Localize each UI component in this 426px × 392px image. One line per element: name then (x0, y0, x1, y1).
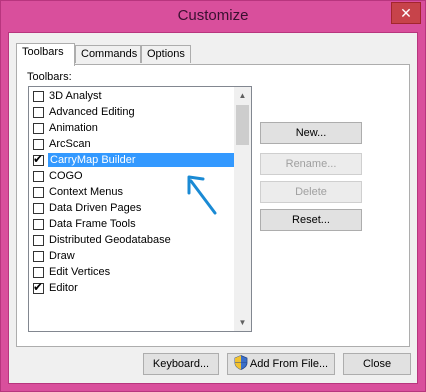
close-button[interactable]: Close (343, 353, 411, 375)
list-item-label: Draw (49, 250, 75, 262)
scroll-down-icon[interactable]: ▼ (234, 314, 251, 331)
list-item-label: Edit Vertices (49, 266, 111, 278)
keyboard-button[interactable]: Keyboard... (143, 353, 219, 375)
list-item[interactable]: ✔ Editor (30, 280, 234, 296)
tab-commands[interactable]: Commands (75, 45, 141, 63)
rename-button[interactable]: Rename... (260, 153, 362, 175)
vertical-scrollbar[interactable]: ▲ ▼ (234, 87, 251, 331)
toolbar-checkbox-checked[interactable]: ✔ (33, 151, 44, 166)
list-item-label: 3D Analyst (49, 90, 102, 102)
toolbar-checkbox[interactable] (33, 266, 44, 278)
toolbar-checkbox[interactable] (33, 138, 44, 150)
checkmark-icon: ✔ (33, 279, 44, 294)
list-item[interactable]: ArcScan (30, 136, 234, 152)
list-item[interactable]: Advanced Editing (30, 104, 234, 120)
list-item[interactable]: 3D Analyst (30, 88, 234, 104)
toolbar-checkbox[interactable] (33, 90, 44, 102)
list-item-label: Data Driven Pages (49, 202, 142, 214)
scroll-up-icon[interactable]: ▲ (234, 87, 251, 104)
toolbar-checkbox[interactable] (33, 122, 44, 134)
toolbar-checkbox[interactable] (33, 250, 44, 262)
toolbar-checkbox-checked[interactable]: ✔ (33, 279, 44, 294)
uac-shield-icon (234, 355, 248, 370)
list-item-selected[interactable]: ✔ CarryMap Builder (30, 152, 234, 168)
list-item-label: Data Frame Tools (49, 218, 136, 230)
toolbars-label: Toolbars: (27, 71, 72, 83)
toolbar-checkbox[interactable] (33, 170, 44, 182)
dialog-title: Customize (177, 7, 249, 24)
list-item[interactable]: Edit Vertices (30, 264, 234, 280)
scrollbar-thumb[interactable] (236, 105, 249, 145)
arrow-pointer-icon (187, 175, 217, 215)
list-item-label: COGO (49, 170, 83, 182)
list-item-label: Distributed Geodatabase (49, 234, 171, 246)
new-button[interactable]: New... (260, 122, 362, 144)
list-item-label: Editor (49, 282, 78, 294)
toolbar-checkbox[interactable] (33, 234, 44, 246)
customize-dialog: Customize ✕ Toolbars Commands Options To… (0, 0, 426, 392)
tab-options[interactable]: Options (141, 45, 191, 63)
add-from-file-label: Add From File... (249, 358, 329, 370)
list-item-label: ArcScan (49, 138, 91, 150)
list-item[interactable]: Draw (30, 248, 234, 264)
toolbar-checkbox[interactable] (33, 202, 44, 214)
list-item-label: Animation (49, 122, 98, 134)
close-window-button[interactable]: ✕ (391, 2, 421, 24)
delete-button[interactable]: Delete (260, 181, 362, 203)
checkmark-icon: ✔ (33, 151, 44, 166)
toolbar-checkbox[interactable] (33, 218, 44, 230)
list-item-label: Context Menus (49, 186, 123, 198)
add-from-file-button[interactable]: Add From File... (227, 353, 335, 375)
dialog-client-area: Toolbars Commands Options Toolbars: 3D A… (8, 32, 418, 384)
close-icon: ✕ (400, 5, 412, 21)
list-item[interactable]: Animation (30, 120, 234, 136)
reset-button[interactable]: Reset... (260, 209, 362, 231)
toolbar-checkbox[interactable] (33, 186, 44, 198)
tab-toolbars[interactable]: Toolbars (16, 43, 75, 66)
list-item-label: CarryMap Builder (48, 153, 234, 167)
list-item[interactable]: Distributed Geodatabase (30, 232, 234, 248)
toolbar-checkbox[interactable] (33, 106, 44, 118)
list-item-label: Advanced Editing (49, 106, 135, 118)
